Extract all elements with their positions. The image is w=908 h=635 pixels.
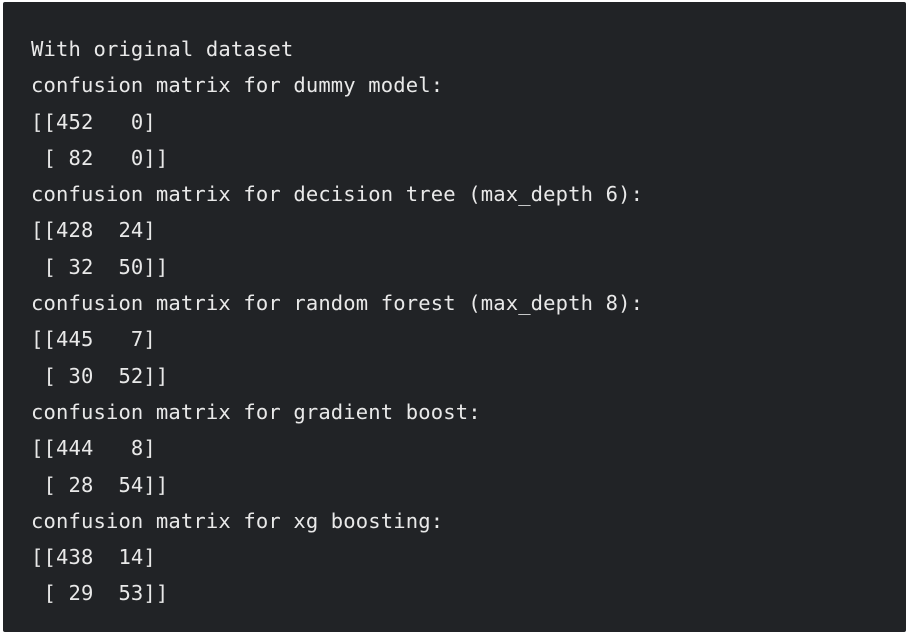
console-output-panel: With original dataset confusion matrix f… — [3, 2, 906, 632]
dummy-model-label: confusion matrix for dummy model: — [31, 73, 444, 98]
decision-tree-matrix-row-1: [[428 24] — [31, 218, 156, 243]
screenshot-frame: With original dataset confusion matrix f… — [0, 0, 908, 635]
gradient-boost-label: confusion matrix for gradient boost: — [31, 399, 481, 424]
random-forest-label: confusion matrix for random forest (max_… — [31, 291, 644, 316]
xg-boosting-label: confusion matrix for xg boosting: — [31, 508, 444, 533]
decision-tree-label: confusion matrix for decision tree (max_… — [31, 182, 644, 207]
xg-boosting-matrix-row-2: [ 29 53]] — [31, 581, 169, 606]
random-forest-matrix-row-1: [[445 7] — [31, 327, 156, 352]
gradient-boost-matrix-row-1: [[444 8] — [31, 436, 156, 461]
random-forest-matrix-row-2: [ 30 52]] — [31, 363, 169, 388]
dummy-model-matrix-row-1: [[452 0] — [31, 109, 156, 134]
output-heading: With original dataset — [31, 37, 294, 61]
xg-boosting-matrix-row-1: [[438 14] — [31, 545, 156, 570]
gradient-boost-matrix-row-2: [ 28 54]] — [31, 472, 169, 497]
decision-tree-matrix-row-2: [ 32 50]] — [31, 254, 169, 279]
dummy-model-matrix-row-2: [ 82 0]] — [31, 145, 169, 170]
